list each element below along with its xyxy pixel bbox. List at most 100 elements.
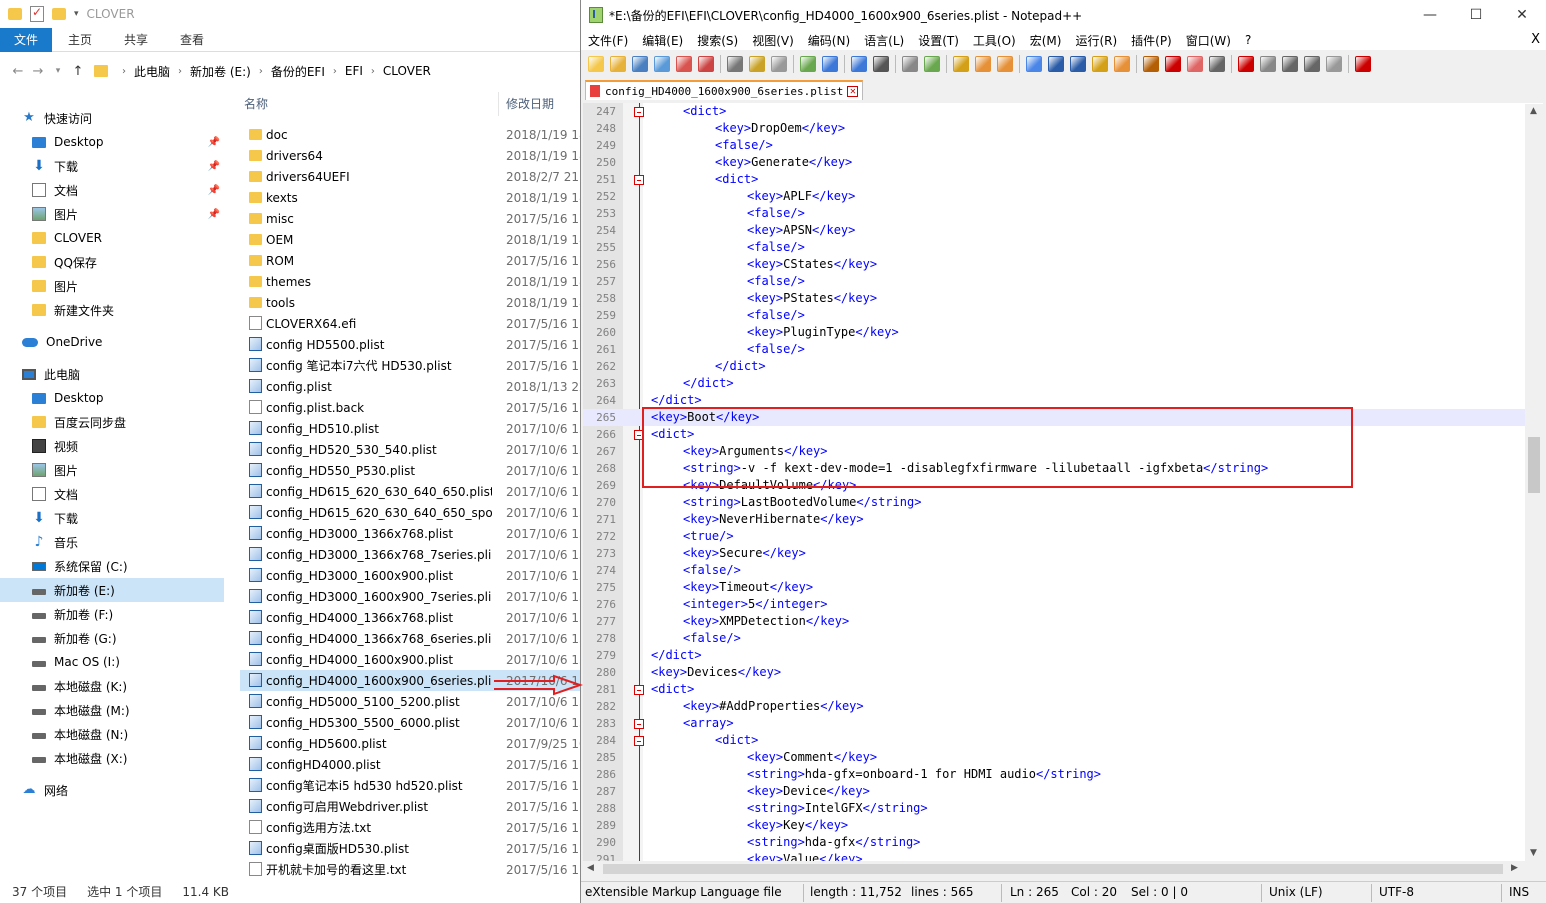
- nav-item[interactable]: 本地磁盘 (M:): [0, 698, 224, 722]
- file-row[interactable]: config_HD615_620_630_640_650_spo... 2017/…: [240, 502, 582, 523]
- vertical-scrollbar[interactable]: ▲ ▼: [1525, 104, 1543, 861]
- toolbar-button-icon[interactable]: [851, 56, 867, 72]
- file-row[interactable]: config_HD550_P530.plist 2017/10/6 13: [240, 460, 582, 481]
- file-row[interactable]: config桌面版HD530.plist 2017/5/16 17: [240, 838, 582, 859]
- nav-item[interactable]: ⬇ 下载: [0, 506, 224, 530]
- fold-minus-icon[interactable]: [634, 107, 644, 117]
- breadcrumb-backup-efi[interactable]: 备份的EFI: [271, 63, 325, 80]
- code-line[interactable]: 290 <string>hda-gfx</string>: [583, 834, 1525, 851]
- code-line[interactable]: 256 <key>CStates</key>: [583, 256, 1525, 273]
- menu-language[interactable]: 语言(L): [857, 32, 911, 49]
- file-row[interactable]: config_HD4000_1366x768_6series.plist 2017…: [240, 628, 582, 649]
- menu-edit[interactable]: 编辑(E): [635, 32, 690, 49]
- nav-item[interactable]: 视频: [0, 434, 224, 458]
- scroll-up-icon[interactable]: ▲: [1530, 106, 1537, 116]
- file-row[interactable]: config_HD3000_1366x768_7series.plist 2017…: [240, 544, 582, 565]
- nav-item[interactable]: 此电脑: [0, 362, 224, 386]
- fold-minus-icon[interactable]: [634, 736, 644, 746]
- file-row[interactable]: config_HD520_530_540.plist 2017/10/6 13: [240, 439, 582, 460]
- code-line[interactable]: 273 <key>Secure</key>: [583, 545, 1525, 562]
- code-line[interactable]: 255 <false/>: [583, 239, 1525, 256]
- ribbon-tab-file[interactable]: 文件: [0, 27, 52, 52]
- file-row[interactable]: misc 2017/5/16 17: [240, 208, 582, 229]
- code-line[interactable]: 248 <key>DropOem</key>: [583, 120, 1525, 137]
- fold-minus-icon[interactable]: [634, 175, 644, 185]
- nav-item[interactable]: ☁ 网络: [0, 778, 224, 802]
- menu-file[interactable]: 文件(F): [581, 32, 635, 49]
- nav-item[interactable]: 图片: [0, 458, 224, 482]
- column-header-date[interactable]: 修改日期: [506, 92, 554, 116]
- scroll-left-icon[interactable]: ◀: [587, 863, 594, 873]
- menu-macro[interactable]: 宏(M): [1023, 32, 1069, 49]
- file-row[interactable]: drivers64 2018/1/19 18: [240, 145, 582, 166]
- toolbar-button-icon[interactable]: [1143, 56, 1159, 72]
- code-line[interactable]: 272 <true/>: [583, 528, 1525, 545]
- code-line[interactable]: 270 <string>LastBootedVolume</string>: [583, 494, 1525, 511]
- file-row[interactable]: config选用方法.txt 2017/5/16 17: [240, 817, 582, 838]
- horizontal-scroll-thumb[interactable]: [603, 864, 1503, 874]
- code-line[interactable]: 258 <key>PStates</key>: [583, 290, 1525, 307]
- code-line[interactable]: 281 <dict>: [583, 681, 1525, 698]
- toolbar-button-icon[interactable]: [822, 56, 838, 72]
- nav-item[interactable]: 百度云同步盘: [0, 410, 224, 434]
- toolbar-button-icon[interactable]: [1048, 56, 1064, 72]
- toolbar-button-icon[interactable]: [1238, 56, 1254, 72]
- file-row[interactable]: config_HD510.plist 2017/10/6 13: [240, 418, 582, 439]
- chevron-right-icon[interactable]: ›: [259, 66, 263, 77]
- toolbar-button-icon[interactable]: [1187, 56, 1203, 72]
- menu-encoding[interactable]: 编码(N): [801, 32, 857, 49]
- file-row[interactable]: config_HD4000_1600x900.plist 2017/10/6 13: [240, 649, 582, 670]
- properties-icon[interactable]: [30, 5, 44, 22]
- code-line[interactable]: 261 <false/>: [583, 341, 1525, 358]
- file-row[interactable]: config_HD3000_1600x900_7series.plist 2017…: [240, 586, 582, 607]
- tab-config-plist[interactable]: config_HD4000_1600x900_6series.plist ✕: [585, 80, 864, 100]
- code-line[interactable]: 274 <false/>: [583, 562, 1525, 579]
- maximize-icon[interactable]: ☐: [1453, 0, 1499, 30]
- forward-arrow-icon[interactable]: →: [28, 64, 48, 79]
- file-row[interactable]: config.plist 2018/1/13 22: [240, 376, 582, 397]
- breadcrumb-drive-e[interactable]: 新加卷 (E:): [190, 63, 251, 80]
- code-line[interactable]: 254 <key>APSN</key>: [583, 222, 1525, 239]
- toolbar-button-icon[interactable]: [1165, 56, 1181, 72]
- ribbon-tab-view[interactable]: 查看: [164, 28, 220, 52]
- pin-icon[interactable]: 📌: [208, 209, 220, 220]
- status-encoding[interactable]: UTF-8: [1379, 885, 1414, 899]
- file-row[interactable]: config_HD3000_1366x768.plist 2017/10/6 13: [240, 523, 582, 544]
- menu-tools[interactable]: 工具(O): [966, 32, 1023, 49]
- menu-run[interactable]: 运行(R): [1068, 32, 1124, 49]
- toolbar-button-icon[interactable]: [676, 56, 692, 72]
- status-eol[interactable]: Unix (LF): [1269, 885, 1323, 899]
- toolbar-button-icon[interactable]: [975, 56, 991, 72]
- code-line[interactable]: 253 <false/>: [583, 205, 1525, 222]
- nav-item[interactable]: 图片: [0, 274, 224, 298]
- toolbar-button-icon[interactable]: [771, 56, 787, 72]
- nav-item[interactable]: 本地磁盘 (X:): [0, 746, 224, 770]
- toolbar-button-icon[interactable]: [1070, 56, 1086, 72]
- code-line[interactable]: 251 <dict>: [583, 171, 1525, 188]
- code-line[interactable]: 280 <key>Devices</key>: [583, 664, 1525, 681]
- code-line[interactable]: 288 <string>IntelGFX</string>: [583, 800, 1525, 817]
- toolbar-button-icon[interactable]: [727, 56, 743, 72]
- file-row[interactable]: 开机就卡加号的看这里.txt 2017/5/16 17: [240, 859, 582, 880]
- menu-plugins[interactable]: 插件(P): [1124, 32, 1179, 49]
- toolbar-button-icon[interactable]: [654, 56, 670, 72]
- toolbar-button-icon[interactable]: [610, 56, 626, 72]
- code-line[interactable]: 260 <key>PluginType</key>: [583, 324, 1525, 341]
- code-line[interactable]: 287 <key>Device</key>: [583, 783, 1525, 800]
- nav-item[interactable]: ★ 快速访问: [0, 106, 224, 130]
- status-insert-mode[interactable]: INS: [1509, 885, 1529, 899]
- tab-close-icon[interactable]: ✕: [847, 85, 859, 97]
- pin-icon[interactable]: 📌: [208, 185, 220, 196]
- code-line[interactable]: 257 <false/>: [583, 273, 1525, 290]
- toolbar-button-icon[interactable]: [1114, 56, 1130, 72]
- menu-window[interactable]: 窗口(W): [1179, 32, 1238, 49]
- chevron-right-icon[interactable]: ›: [333, 66, 337, 77]
- file-row[interactable]: config HD5500.plist 2017/5/16 17: [240, 334, 582, 355]
- file-row[interactable]: tools 2018/1/19 18: [240, 292, 582, 313]
- file-row[interactable]: config_HD615_620_630_640_650.plist 2017/1…: [240, 481, 582, 502]
- pin-icon[interactable]: 📌: [208, 161, 220, 172]
- code-line[interactable]: 262 </dict>: [583, 358, 1525, 375]
- pin-icon[interactable]: 📌: [208, 137, 220, 148]
- code-line[interactable]: 291 <key>Value</key>: [583, 851, 1525, 861]
- toolbar-button-icon[interactable]: [698, 56, 714, 72]
